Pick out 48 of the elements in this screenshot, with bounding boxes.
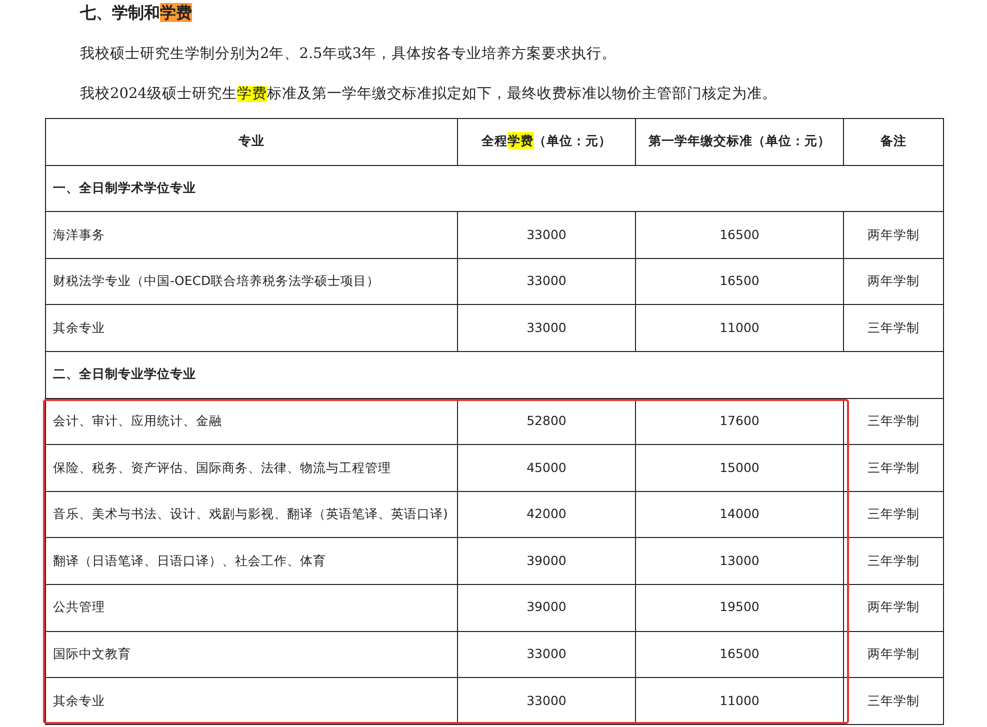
duration-note: 两年学制 <box>868 273 920 288</box>
duration-note: 三年学制 <box>868 320 920 335</box>
total-fee: 42000 <box>526 506 566 522</box>
first-year-fee: 14000 <box>720 506 760 522</box>
total-fee: 33000 <box>526 646 566 661</box>
first-year-fee: 11000 <box>720 320 760 335</box>
total-fee: 45000 <box>526 460 566 475</box>
first-year-fee: 17600 <box>720 412 760 428</box>
section-label: 一、全日制学术学位专业 <box>53 180 196 196</box>
total-fee: 33000 <box>526 273 566 288</box>
major-name: 音乐、美术与书法、设计、戏剧与影视、翻译（英语笔译、英语口译) <box>53 506 448 522</box>
column-header: 专业 <box>238 132 264 150</box>
duration-note: 两年学制 <box>868 646 920 661</box>
total-fee: 33000 <box>526 320 566 335</box>
major-name: 其余专业 <box>53 320 105 335</box>
column-header: 第一学年缴交标准（单位：元） <box>648 132 830 150</box>
total-fee: 39000 <box>526 552 566 568</box>
first-year-fee: 13000 <box>720 552 760 568</box>
major-name: 会计、审计、应用统计、金融 <box>53 412 222 428</box>
major-name: 财税法学专业（中国-OECD联合培养税务法学硕士项目） <box>53 273 380 288</box>
section-heading: 七、学制和学费 <box>80 2 192 24</box>
duration-note: 两年学制 <box>868 599 920 614</box>
first-year-fee: 19500 <box>720 599 760 614</box>
major-name: 国际中文教育 <box>53 646 131 661</box>
first-year-fee: 11000 <box>720 692 760 708</box>
major-name: 公共管理 <box>53 599 105 614</box>
duration-note: 三年学制 <box>868 460 920 475</box>
major-name: 海洋事务 <box>53 226 105 242</box>
major-name: 保险、税务、资产评估、国际商务、法律、物流与工程管理 <box>53 460 391 475</box>
first-year-fee: 16500 <box>720 646 760 661</box>
total-fee: 39000 <box>526 599 566 614</box>
total-fee: 33000 <box>526 692 566 708</box>
duration-note: 三年学制 <box>868 552 920 568</box>
duration-note: 三年学制 <box>868 506 920 522</box>
duration-note: 两年学制 <box>868 226 920 242</box>
total-fee: 52800 <box>526 412 566 428</box>
first-year-fee: 16500 <box>720 273 760 288</box>
first-year-fee: 15000 <box>720 460 760 475</box>
section-label: 二、全日制专业学位专业 <box>53 366 196 382</box>
major-name: 翻译（日语笔译、日语口译）、社会工作、体育 <box>53 552 326 568</box>
paragraph: 我校硕士研究生学制分别为2年、2.5年或3年，具体按各专业培养方案要求执行。 <box>80 44 617 64</box>
major-name: 其余专业 <box>53 692 105 708</box>
column-header: 备注 <box>880 132 906 150</box>
duration-note: 三年学制 <box>868 412 920 428</box>
total-fee: 33000 <box>526 226 566 242</box>
first-year-fee: 16500 <box>720 226 760 242</box>
paragraph: 我校2024级硕士研究生学费标准及第一学年缴交标准拟定如下，最终收费标准以物价主管部门核定为准。 <box>80 84 777 104</box>
duration-note: 三年学制 <box>868 692 920 708</box>
